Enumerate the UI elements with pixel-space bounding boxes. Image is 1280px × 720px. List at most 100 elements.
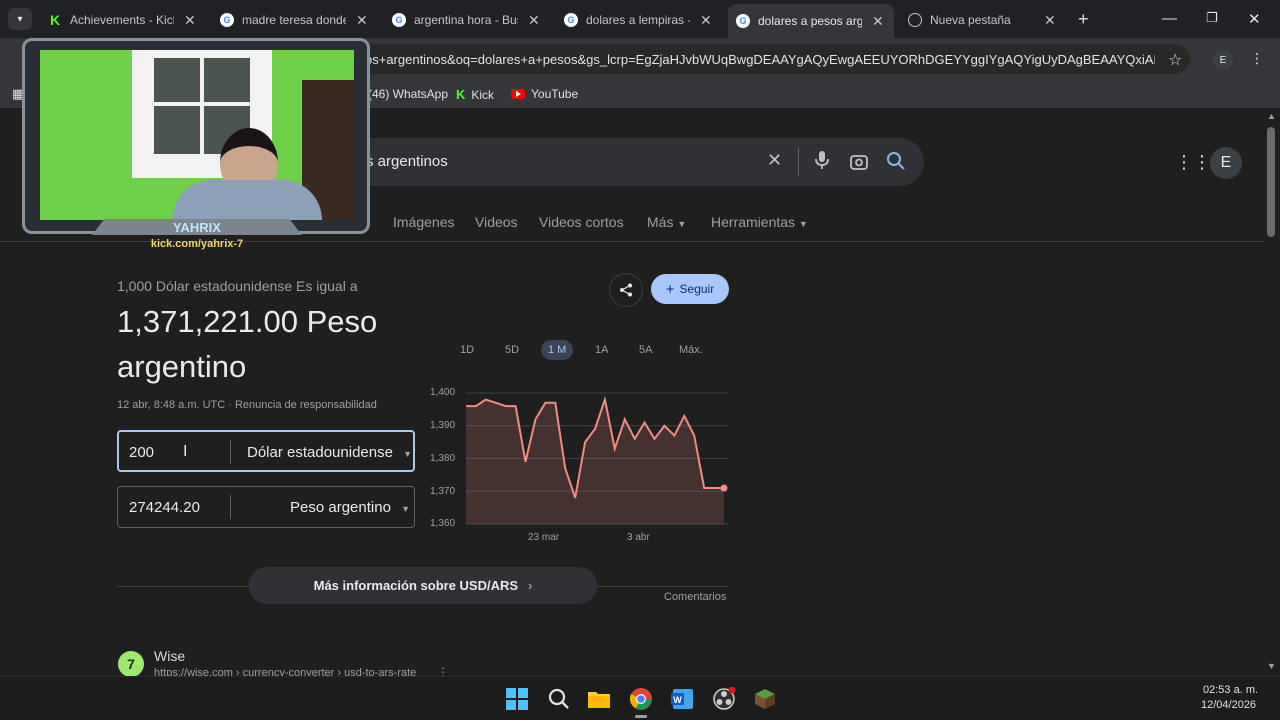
close-icon[interactable]: ✕ xyxy=(1044,12,1056,29)
bookmark-kick[interactable]: K Kick xyxy=(456,87,494,102)
word-icon[interactable]: W xyxy=(670,687,694,711)
menu-icon[interactable]: ⋮ xyxy=(1250,50,1264,67)
file-explorer-icon[interactable] xyxy=(587,687,611,711)
tab-madre-teresa[interactable]: G madre teresa donde ✕ xyxy=(212,6,384,34)
person-body xyxy=(172,180,322,220)
tab-short-videos[interactable]: Videos cortos xyxy=(539,214,624,230)
conversion-timestamp: 12 abr, 8:48 a.m. UTC · Renuncia de resp… xyxy=(117,399,377,411)
overlay-channel-link: kick.com/yahrix-7 xyxy=(150,238,244,250)
text-cursor-icon: I xyxy=(183,443,188,460)
box-divider xyxy=(230,440,231,464)
tab-tools[interactable]: Herramientas ▼ xyxy=(711,214,808,230)
y-tick-label: 1,380 xyxy=(430,453,456,464)
close-icon[interactable]: ✕ xyxy=(184,12,196,29)
profile-avatar[interactable]: E xyxy=(1213,50,1233,70)
box-divider xyxy=(230,495,231,519)
lens-icon[interactable] xyxy=(849,152,869,177)
restore-button[interactable]: ❐ xyxy=(1206,10,1218,26)
range-1a[interactable]: 1A xyxy=(595,344,608,356)
range-1d[interactable]: 1D xyxy=(460,344,474,356)
account-avatar[interactable]: E xyxy=(1210,147,1242,179)
result-site-url[interactable]: https://wise.com › currency-converter › … xyxy=(154,667,416,676)
y-tick-label: 1,360 xyxy=(430,518,456,529)
windows-taskbar: W 02:53 a. m. 12/04/2026 xyxy=(0,676,1280,720)
to-amount-input[interactable]: 274244.20 xyxy=(129,499,200,516)
tab-dolares-lempiras[interactable]: G dolares a lempiras - ✕ xyxy=(556,6,728,34)
bookmark-youtube[interactable]: YouTube xyxy=(511,87,578,101)
scroll-up-icon[interactable]: ▲ xyxy=(1267,111,1276,121)
to-currency-box: 274244.20 Peso argentino ▼ xyxy=(117,486,415,528)
search-icon[interactable] xyxy=(547,687,571,711)
section-rule xyxy=(117,586,249,587)
youtube-icon xyxy=(511,89,525,99)
range-1m[interactable]: 1 M xyxy=(541,340,574,360)
bookmark-whatsapp[interactable]: (46) WhatsApp xyxy=(368,87,448,101)
google-apps-icon[interactable]: ⋮⋮ xyxy=(1175,152,1211,173)
tab-dolares-pesos[interactable]: G dolares a pesos arge ✕ xyxy=(728,4,894,38)
tab-achievements[interactable]: K Achievements - Kick ✕ xyxy=(40,6,212,34)
bookmark-star-icon[interactable]: ☆ xyxy=(1168,50,1182,70)
google-icon: G xyxy=(564,13,578,27)
conversion-result-line2: argentino xyxy=(117,349,247,384)
range-5a[interactable]: 5A xyxy=(639,344,652,356)
tab-nueva-pestana[interactable]: Nueva pestaña ✕ xyxy=(900,6,1066,34)
feedback-link[interactable]: Comentarios xyxy=(664,591,726,603)
close-icon[interactable]: ✕ xyxy=(356,12,368,29)
scroll-down-icon[interactable]: ▼ xyxy=(1267,661,1276,671)
new-tab-button[interactable]: + xyxy=(1078,9,1089,30)
follow-button[interactable]: + Seguir xyxy=(651,274,729,304)
chevron-down-icon: ▾ xyxy=(17,13,23,25)
minimize-button[interactable]: — xyxy=(1162,10,1177,27)
clear-icon[interactable]: ✕ xyxy=(767,150,782,171)
caret-down-icon: ▼ xyxy=(798,219,808,229)
range-max[interactable]: Máx. xyxy=(679,344,703,356)
tab-more[interactable]: Más ▼ xyxy=(647,214,686,230)
window-bar xyxy=(200,54,204,158)
url-text[interactable]: os+argentinos&oq=dolares+a+pesos&gs_lcrp… xyxy=(365,52,1155,67)
range-5d[interactable]: 5D xyxy=(505,344,519,356)
exchange-rate-chart[interactable] xyxy=(466,380,730,530)
page-scrollbar[interactable]: ▲ ▼ xyxy=(1264,111,1280,675)
search-icon[interactable] xyxy=(886,151,906,176)
more-info-button[interactable]: Más información sobre USD/ARS › xyxy=(249,567,597,604)
caret-down-icon: ▼ xyxy=(403,449,413,459)
tab-argentina-hora[interactable]: G argentina hora - Busc ✕ xyxy=(384,6,556,34)
tab-bar: ▾ K Achievements - Kick ✕ G madre teresa… xyxy=(0,0,1280,38)
chrome-active-indicator xyxy=(635,715,647,718)
svg-text:W: W xyxy=(673,695,682,705)
close-icon[interactable]: ✕ xyxy=(872,13,884,30)
minecraft-icon[interactable] xyxy=(753,687,777,711)
obs-icon[interactable] xyxy=(712,686,736,711)
overlay-streamer-name: YAHRIX xyxy=(173,220,221,235)
conversion-result-line1: 1,371,221.00 Peso xyxy=(117,304,378,339)
tab-videos[interactable]: Videos xyxy=(475,214,518,230)
close-icon[interactable]: ✕ xyxy=(700,12,712,29)
result-site-name[interactable]: Wise xyxy=(154,648,185,664)
share-button[interactable] xyxy=(609,273,643,307)
search-query[interactable]: s argentinos xyxy=(366,153,448,170)
search-box[interactable]: s argentinos ✕ xyxy=(330,138,924,186)
close-icon[interactable]: ✕ xyxy=(528,12,540,29)
divider xyxy=(798,148,799,176)
chrome-icon[interactable] xyxy=(629,687,653,711)
windows-start-icon[interactable] xyxy=(505,687,529,711)
tab-images[interactable]: Imágenes xyxy=(393,214,454,230)
kick-icon: K xyxy=(49,12,61,28)
from-currency-select[interactable]: Dólar estadounidense ▼ xyxy=(247,444,412,461)
wise-favicon: 7 xyxy=(118,651,144,677)
close-window-button[interactable]: ✕ xyxy=(1248,10,1261,28)
to-currency-select[interactable]: Peso argentino ▼ xyxy=(290,499,410,516)
scrollbar-thumb[interactable] xyxy=(1267,127,1275,237)
globe-icon xyxy=(908,13,922,27)
google-icon: G xyxy=(392,13,406,27)
caret-down-icon: ▼ xyxy=(677,219,687,229)
from-amount-input[interactable]: 200 xyxy=(129,444,154,461)
kick-icon: K xyxy=(456,87,466,102)
taskbar-time[interactable]: 02:53 a. m. xyxy=(1203,684,1258,696)
google-icon: G xyxy=(220,13,234,27)
tab-search-button[interactable]: ▾ xyxy=(8,8,32,30)
microphone-icon[interactable] xyxy=(814,150,830,175)
x-tick-label: 3 abr xyxy=(627,532,650,543)
taskbar-date[interactable]: 12/04/2026 xyxy=(1201,699,1256,711)
share-icon xyxy=(620,283,632,297)
